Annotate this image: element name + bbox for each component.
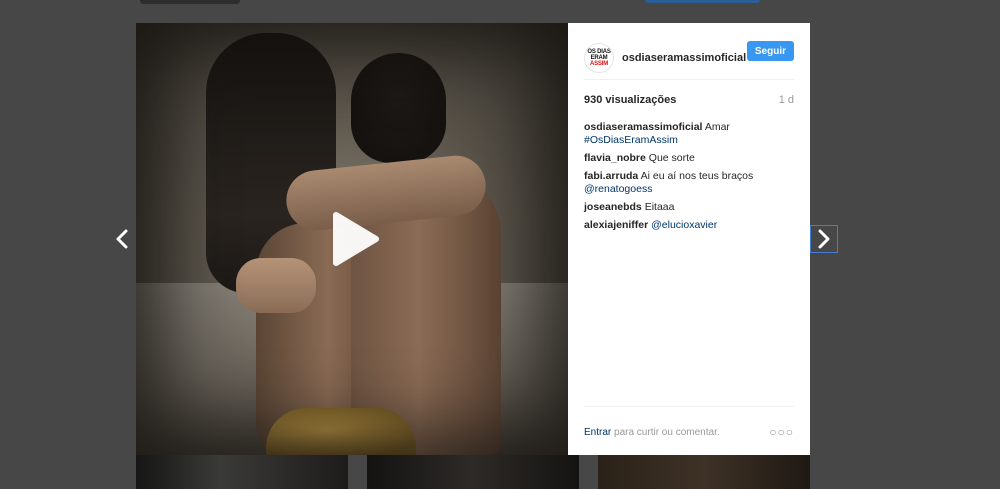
comment-text: Amar bbox=[704, 121, 730, 133]
chevron-left-icon bbox=[116, 229, 128, 249]
related-post-thumbnail[interactable] bbox=[598, 455, 810, 489]
related-post-thumbnail[interactable] bbox=[367, 455, 579, 489]
more-options-icon[interactable]: ○○○ bbox=[769, 425, 794, 439]
comment-text: Que sorte bbox=[648, 152, 695, 164]
mention-link[interactable]: @elucioxavier bbox=[651, 219, 717, 231]
post-stats: 930 visualizações 1 d bbox=[584, 94, 794, 106]
view-count: 930 visualizações bbox=[584, 94, 677, 106]
comment-item: flavia_nobre Que sorte bbox=[584, 152, 794, 165]
previous-post-button[interactable] bbox=[108, 225, 136, 253]
post-header: OS DIAS ERAM ASSIM osdiaseramassimoficia… bbox=[584, 37, 794, 79]
post-age[interactable]: 1 d bbox=[779, 94, 794, 106]
login-prompt: Entrar para curtir ou comentar. bbox=[584, 427, 720, 438]
top-nav-button[interactable] bbox=[645, 0, 760, 3]
comment-user[interactable]: alexiajeniffer bbox=[584, 219, 648, 231]
comment-list: osdiaseramassimoficial Amar #OsDiasEramA… bbox=[584, 121, 794, 237]
hashtag-link[interactable]: #OsDiasEramAssim bbox=[584, 134, 678, 146]
play-icon[interactable] bbox=[326, 211, 382, 267]
mention-link[interactable]: @renatogoess bbox=[584, 183, 652, 195]
comment-item: alexiajeniffer @elucioxavier bbox=[584, 219, 794, 232]
comment-user[interactable]: joseanebds bbox=[584, 201, 642, 213]
header-divider bbox=[584, 79, 794, 80]
top-nav-bar bbox=[0, 0, 1000, 6]
comment-text: Eitaaa bbox=[644, 201, 675, 213]
comment-user[interactable]: osdiaseramassimoficial bbox=[584, 121, 702, 133]
comment-user[interactable]: fabi.arruda bbox=[584, 170, 638, 182]
related-post-thumbnail[interactable] bbox=[136, 455, 348, 489]
related-posts-row bbox=[0, 455, 1000, 489]
post-footer: Entrar para curtir ou comentar. ○○○ bbox=[584, 425, 794, 439]
instagram-logo[interactable] bbox=[140, 0, 240, 4]
post-modal: OS DIAS ERAM ASSIM osdiaseramassimoficia… bbox=[136, 23, 810, 455]
chevron-right-icon bbox=[818, 229, 830, 249]
comment-item: osdiaseramassimoficial Amar #OsDiasEramA… bbox=[584, 121, 794, 147]
comment-item: fabi.arruda Ai eu aí nos teus braços @re… bbox=[584, 170, 794, 196]
login-prompt-text: para curtir ou comentar. bbox=[614, 426, 720, 438]
comment-user[interactable]: flavia_nobre bbox=[584, 152, 646, 164]
follow-button[interactable]: Seguir bbox=[746, 41, 794, 61]
login-link[interactable]: Entrar bbox=[584, 427, 611, 438]
comment-item: joseanebds Eitaaa bbox=[584, 201, 794, 214]
avatar-text: ASSIM bbox=[589, 61, 608, 67]
post-username[interactable]: osdiaseramassimoficial bbox=[622, 52, 746, 64]
footer-divider bbox=[584, 406, 794, 407]
next-post-button[interactable] bbox=[810, 225, 838, 253]
post-video[interactable] bbox=[136, 23, 568, 455]
avatar[interactable]: OS DIAS ERAM ASSIM bbox=[584, 43, 614, 73]
comment-text: Ai eu aí nos teus braços bbox=[640, 170, 754, 182]
post-sidebar: OS DIAS ERAM ASSIM osdiaseramassimoficia… bbox=[568, 23, 810, 455]
